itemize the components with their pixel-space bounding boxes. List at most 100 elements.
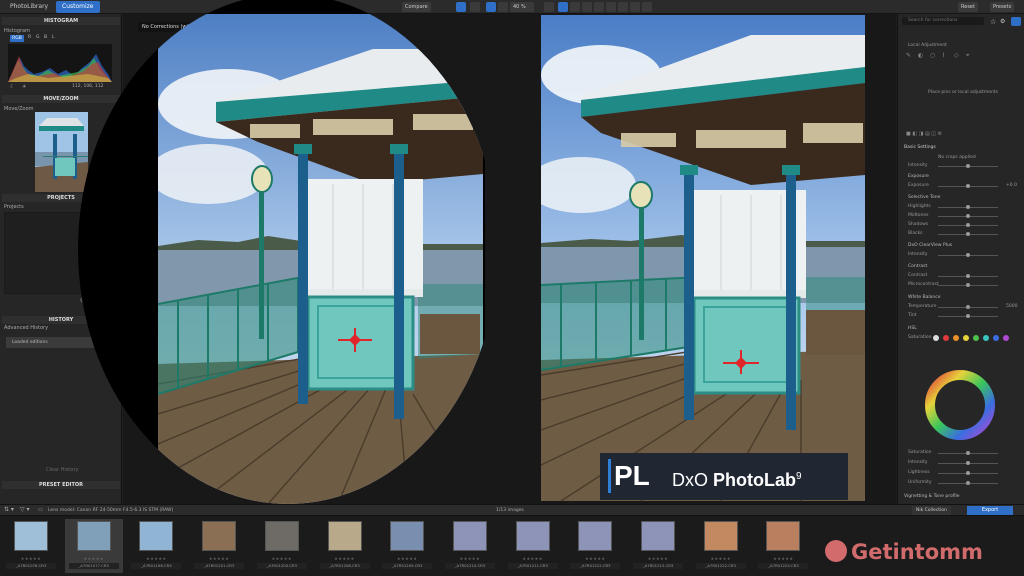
gradient-tool-icon[interactable]: ◐ (918, 52, 923, 59)
channel-rgb[interactable]: RGB (10, 35, 24, 42)
filmstrip-thumbnail[interactable]: ★★★★★ _A7R01201.CR3 (190, 519, 248, 573)
filmstrip-thumbnail[interactable]: ★★★★★ _A7R01077.CR3 (64, 519, 123, 573)
eraser-tool-icon[interactable]: ◇ (954, 52, 959, 59)
exposure-header[interactable]: Exposure (908, 174, 929, 179)
thumbnail-rating[interactable]: ★★★★★ (316, 556, 374, 561)
rotate-icon[interactable] (570, 2, 580, 12)
edit-panel-icon[interactable] (1011, 17, 1021, 26)
contrast-slider[interactable] (938, 274, 998, 278)
thumbnail-rating[interactable]: ★★★★★ (127, 556, 185, 561)
sun-icon[interactable]: ☀ (22, 84, 26, 90)
export-button[interactable]: Export (967, 506, 1013, 515)
filmstrip-thumbnail[interactable]: ★★★★★ _A7R01211.CR3 (504, 519, 562, 573)
lightness-slider[interactable] (938, 471, 998, 475)
filmstrip-thumbnail[interactable]: ★★★★★ _A7R01213.CR3 (629, 519, 687, 573)
movezoom-header[interactable]: MOVE/ZOOM (2, 95, 120, 103)
channel-g[interactable]: G (36, 35, 40, 40)
thumbnail-rating[interactable]: ★★★★★ (754, 556, 812, 561)
sort-icon[interactable]: ⇅ ▾ (4, 506, 14, 513)
vignetting-header[interactable]: Vignetting & Tone profile (904, 494, 960, 499)
search-input[interactable]: Search for corrections (902, 17, 984, 25)
filmstrip-thumbnail[interactable]: ★★★★★ _A7R01076.CR3 (2, 519, 60, 573)
local-tool-icon[interactable]: ✎ (906, 52, 911, 59)
filmstrip-thumbnail[interactable]: ★★★★★ _A7R01208.CR3 (316, 519, 374, 573)
palette-tabs[interactable]: ■ ◧ ◨ ▤ ◫ ⚙ (906, 131, 1006, 137)
grid-icon[interactable] (470, 2, 480, 12)
perspective-icon[interactable] (594, 2, 604, 12)
split-view-icon[interactable] (456, 2, 466, 12)
white-balance-header[interactable]: White Balance (908, 295, 940, 300)
filmstrip-thumbnail[interactable]: ★★★★★ _A7R01198.CR3 (127, 519, 185, 573)
midtones-slider[interactable] (938, 214, 998, 218)
zoom-select[interactable]: 40 % (510, 2, 534, 12)
horizon-icon[interactable] (582, 2, 592, 12)
mask-icon[interactable] (618, 2, 628, 12)
channel-b[interactable]: B (44, 35, 47, 40)
brush-tool-icon[interactable]: ⌇ (942, 52, 945, 59)
thumbnail-rating[interactable]: ★★★★★ (504, 556, 562, 561)
original-viewer[interactable]: No Corrections (without Geometry) (78, 0, 498, 504)
clearview-slider[interactable] (938, 253, 998, 257)
tab-photolibrary[interactable]: PhotoLibrary (4, 1, 54, 13)
highlights-slider[interactable] (938, 205, 998, 209)
corrected-viewer[interactable]: PL DxO PhotoLab9 (485, 14, 896, 504)
filmstrip-thumbnail[interactable]: ★★★★★ _A7R01210.CR3 (441, 519, 499, 573)
fit-icon[interactable] (498, 2, 508, 12)
nik-collection-button[interactable]: Nik Collection (912, 506, 951, 515)
clear-history-button[interactable]: Clear History (46, 467, 78, 473)
thumbnail-rating[interactable]: ★★★★★ (378, 556, 436, 561)
thumbnail-rating[interactable]: ★★★★★ (65, 556, 123, 561)
basic-settings-header[interactable]: Basic Settings (904, 145, 936, 150)
saturation-slider[interactable] (938, 451, 998, 455)
histogram-header[interactable]: HISTOGRAM (2, 17, 120, 25)
channel-r[interactable]: R (28, 35, 31, 40)
repair-icon[interactable] (606, 2, 616, 12)
filter-icon[interactable]: ▽ ▾ (20, 506, 30, 513)
moon-icon[interactable]: ☾ (10, 84, 14, 90)
tint-slider[interactable] (938, 314, 998, 318)
navigator-thumbnail[interactable] (35, 112, 88, 192)
uniformity-slider[interactable] (938, 481, 998, 485)
thumbnail-rating[interactable]: ★★★★★ (566, 556, 624, 561)
clearview-header[interactable]: DxO ClearView Plus (908, 243, 952, 248)
eye-icon[interactable] (642, 2, 652, 12)
filmstrip-thumbnail[interactable]: ★★★★★ _A7R01222.CR3 (692, 519, 750, 573)
shadows-slider[interactable] (938, 223, 998, 227)
hsl-intensity-slider[interactable] (938, 461, 998, 465)
thumbnail-rating[interactable]: ★★★★★ (629, 556, 687, 561)
hsl-header[interactable]: HSL (908, 326, 917, 331)
folder-icon[interactable]: ▭ (38, 507, 43, 513)
hsl-color-wheel[interactable] (922, 367, 998, 443)
thumbnail-rating[interactable]: ★★★★★ (253, 556, 311, 561)
preset-editor-header[interactable]: PRESET EDITOR (2, 481, 120, 489)
selective-tone-header[interactable]: Selective Tone (908, 195, 940, 200)
filter-icon[interactable]: ⚙ (1000, 18, 1005, 25)
intensity-slider-top[interactable] (938, 164, 998, 168)
exposure-slider[interactable] (938, 184, 998, 188)
temperature-slider[interactable] (938, 305, 998, 309)
brush-icon[interactable] (630, 2, 640, 12)
thumbnail-rating[interactable]: ★★★★★ (441, 556, 499, 561)
filmstrip-thumbnail[interactable]: ★★★★★ _A7R01209.CR3 (378, 519, 436, 573)
zoom-icon[interactable] (544, 2, 554, 12)
thumbnail-rating[interactable]: ★★★★★ (692, 556, 750, 561)
blacks-slider[interactable] (938, 232, 998, 236)
hsl-color-channels[interactable] (932, 334, 1012, 342)
picker-tool-icon[interactable]: ⌖ (966, 52, 969, 60)
move-icon[interactable] (486, 2, 496, 12)
star-icon[interactable]: ☆ (990, 18, 996, 26)
channel-l[interactable]: L (52, 35, 55, 40)
reset-button[interactable]: Reset (958, 2, 978, 12)
presets-button[interactable]: Presets (990, 2, 1015, 12)
contrast-header[interactable]: Contrast (908, 264, 927, 269)
thumbnail-rating[interactable]: ★★★★★ (190, 556, 248, 561)
microcontrast-slider[interactable] (938, 283, 998, 287)
compare-button[interactable]: Compare (402, 2, 431, 12)
filmstrip-thumbnail[interactable]: ★★★★★ _A7R01212.CR3 (566, 519, 624, 573)
tab-customize[interactable]: Customize (56, 1, 100, 13)
filmstrip-thumbnail[interactable]: ★★★★★ _A7R01205.CR3 (253, 519, 311, 573)
thumbnail-rating[interactable]: ★★★★★ (2, 556, 60, 561)
filmstrip-thumbnail[interactable]: ★★★★★ _A7R01224.CR3 (754, 519, 812, 573)
crop-tool-icon[interactable] (558, 2, 568, 12)
circle-tool-icon[interactable]: ○ (930, 52, 935, 59)
